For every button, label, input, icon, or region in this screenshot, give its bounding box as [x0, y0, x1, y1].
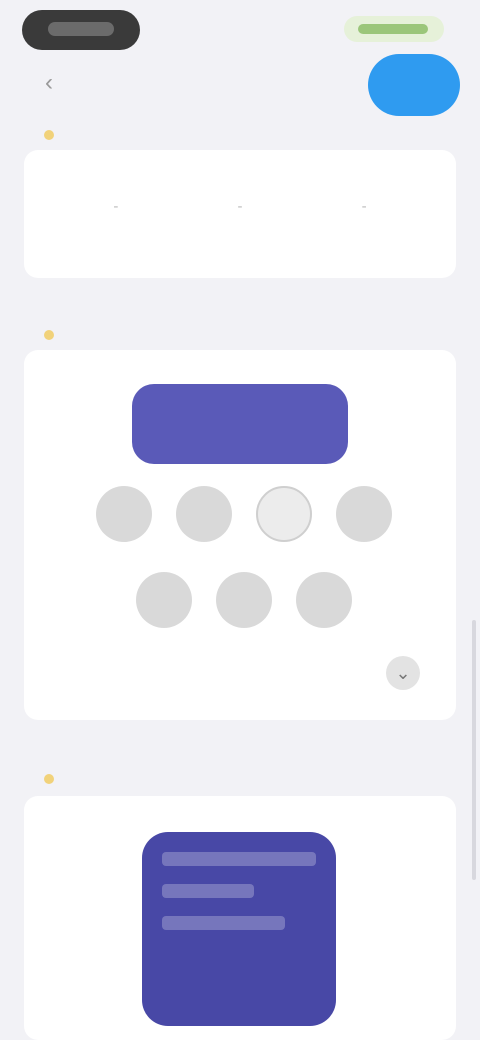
- battery-level: [358, 24, 428, 34]
- warning-dot-icon: [44, 773, 54, 784]
- day-toggle-4[interactable]: [336, 486, 392, 542]
- time-range-row[interactable]: - - -: [24, 186, 456, 226]
- day-toggle-3[interactable]: [256, 486, 312, 542]
- time-placeholder: [48, 22, 114, 36]
- day-toggle-7[interactable]: [296, 572, 352, 628]
- chevron-down-icon[interactable]: ⌄: [386, 656, 420, 690]
- warning-dot-icon: [44, 329, 54, 340]
- color-section-label: [36, 770, 54, 788]
- day-toggle-5[interactable]: [136, 572, 192, 628]
- back-chevron-icon[interactable]: ‹: [36, 70, 62, 96]
- tile-line: [162, 852, 316, 866]
- time-range-card: - - -: [24, 150, 456, 278]
- tile-line: [162, 916, 286, 930]
- day-toggle-6[interactable]: [216, 572, 272, 628]
- days-card: ⌄: [24, 350, 456, 720]
- day-grid: [24, 350, 456, 650]
- tile-line: [162, 884, 255, 898]
- day-toggle-2[interactable]: [176, 486, 232, 542]
- days-section-label: [36, 326, 54, 344]
- page-title: [150, 74, 330, 98]
- range-separator: -: [113, 197, 119, 215]
- range-separator: -: [361, 197, 367, 215]
- scrollbar[interactable]: [472, 620, 476, 880]
- battery-indicator: [344, 16, 444, 42]
- save-button[interactable]: [368, 54, 460, 116]
- warning-dot-icon: [44, 129, 54, 140]
- color-preview-tile[interactable]: [142, 832, 336, 1026]
- range-separator: -: [237, 197, 243, 215]
- time-section-label: [36, 126, 54, 144]
- day-toggle-1[interactable]: [96, 486, 152, 542]
- color-card: [24, 796, 456, 1040]
- status-time-pill: [22, 10, 140, 50]
